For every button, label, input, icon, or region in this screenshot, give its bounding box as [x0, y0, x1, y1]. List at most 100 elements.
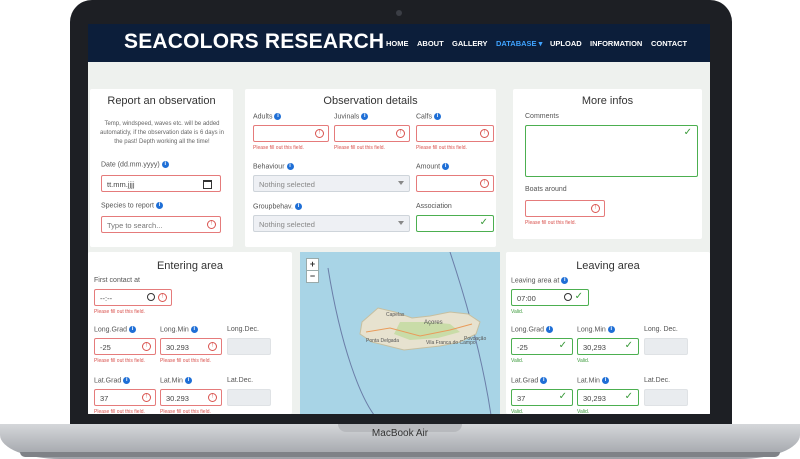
juvinals-input[interactable]: ! [334, 125, 410, 142]
boats-label: Boats around [525, 186, 567, 193]
error-icon: ! [208, 393, 217, 402]
info-icon: i [361, 113, 369, 120]
leaving-long-grad-valid: Valid. [511, 358, 524, 364]
leaving-long-dec-input[interactable] [644, 338, 688, 355]
long-grad-input[interactable]: -25! [94, 338, 156, 355]
more-infos-panel: More infos Comments ✓ Boats around ! Ple… [513, 89, 702, 239]
calfs-input[interactable]: ! [416, 125, 494, 142]
juvinals-label: Juvinals i [334, 113, 369, 120]
long-dec-input[interactable] [227, 338, 271, 355]
date-input[interactable]: tt.mm.jjjj [101, 175, 221, 192]
error-icon: ! [158, 293, 167, 302]
info-icon: i [546, 326, 554, 333]
details-title: Observation details [323, 95, 418, 107]
leaving-long-dec-label: Long. Dec. [644, 326, 678, 333]
leaving-lat-min-input[interactable]: 30,293 ✓ [577, 389, 639, 406]
comments-textarea[interactable]: ✓ [525, 125, 698, 177]
lat-min-input[interactable]: 30.293! [160, 389, 222, 406]
leaving-lat-min-valid: Valid. [577, 409, 590, 414]
info-icon: i [433, 113, 441, 120]
long-min-error: Please fill out this field. [160, 358, 211, 364]
lat-dec-input[interactable] [227, 389, 271, 406]
map-graphic [327, 252, 492, 414]
laptop-base-edge [20, 452, 780, 457]
info-icon: i [123, 377, 131, 384]
lat-min-label: Lat.Min i [160, 377, 192, 384]
report-description: Temp, windspeed, waves etc. will be adde… [100, 121, 224, 145]
boats-input[interactable]: ! [525, 200, 605, 217]
nav-contact[interactable]: CONTACT [651, 39, 687, 48]
info-icon: i [601, 377, 609, 384]
adults-input[interactable]: ! [253, 125, 329, 142]
nav-about[interactable]: ABOUT [417, 39, 444, 48]
long-grad-error: Please fill out this field. [94, 358, 145, 364]
calfs-error: Please fill out this field. [416, 145, 467, 151]
error-icon: ! [480, 129, 489, 138]
leaving-lat-min-label: Lat.Min i [577, 377, 609, 384]
laptop-screen: SEACOLORS RESEARCH HOME ABOUT GALLERY DA… [88, 24, 710, 414]
chevron-down-icon [398, 221, 404, 225]
info-icon: i [607, 326, 615, 333]
clock-icon [147, 293, 155, 301]
groupbehav-select[interactable]: Nothing selected [253, 215, 410, 232]
leaving-long-min-label: Long.Min i [577, 326, 615, 333]
navbar: SEACOLORS RESEARCH HOME ABOUT GALLERY DA… [88, 24, 710, 62]
leaving-lat-grad-input[interactable]: 37 ✓ [511, 389, 573, 406]
long-dec-label: Long.Dec. [227, 326, 259, 333]
first-contact-error: Please fill out this field. [94, 309, 145, 315]
error-icon: ! [315, 129, 324, 138]
details-panel: Observation details Adults i ! Please fil… [245, 89, 496, 247]
check-icon: ✓ [624, 340, 633, 351]
map-label-ponta-delgada: Ponta Delgada [366, 338, 400, 344]
info-icon: i [442, 163, 450, 170]
leaving-long-min-input[interactable]: 30,293 ✓ [577, 338, 639, 355]
clock-icon [564, 293, 572, 301]
error-icon: ! [207, 220, 216, 229]
long-min-label: Long.Min i [160, 326, 198, 333]
nav-home[interactable]: HOME [386, 39, 409, 48]
entering-title: Entering area [156, 260, 224, 272]
calfs-label: Calfs i [416, 113, 441, 120]
leaving-time-input[interactable]: 07:00 ✓ [511, 289, 589, 306]
adults-label: Adults i [253, 113, 282, 120]
info-icon: i [190, 326, 198, 333]
info-icon: i [129, 326, 137, 333]
chevron-down-icon [398, 181, 404, 185]
adults-error: Please fill out this field. [253, 145, 304, 151]
check-icon: ✓ [624, 391, 633, 402]
comments-label: Comments [525, 113, 559, 120]
juvinals-error: Please fill out this field. [334, 145, 385, 151]
nav-database[interactable]: DATABASE ▾ [496, 39, 542, 48]
behaviour-select[interactable]: Nothing selected [253, 175, 410, 192]
nav-upload[interactable]: UPLOAD [550, 39, 582, 48]
lat-grad-label: Lat.Grad i [94, 377, 131, 384]
info-icon: i [184, 377, 192, 384]
leaving-lat-dec-input[interactable] [644, 389, 688, 406]
brand-logo[interactable]: SEACOLORS RESEARCH [124, 30, 384, 54]
amount-input[interactable]: ! [416, 175, 494, 192]
leaving-lat-grad-label: Lat.Grad i [511, 377, 548, 384]
species-search-input[interactable]: Type to search...! [101, 216, 221, 233]
leaving-lat-dec-label: Lat.Dec. [644, 377, 671, 384]
lat-grad-error: Please fill out this field. [94, 409, 145, 414]
long-min-input[interactable]: 30.293! [160, 338, 222, 355]
info-icon: i [161, 161, 169, 168]
check-icon: ✓ [574, 291, 583, 302]
lat-grad-input[interactable]: 37! [94, 389, 156, 406]
device-label: MacBook Air [371, 428, 429, 439]
map-view[interactable]: + − Capelas Açores Ponta Delgada Vila Fr… [300, 252, 500, 414]
calendar-icon[interactable] [203, 180, 212, 189]
error-icon: ! [142, 342, 151, 351]
info-icon: i [155, 202, 163, 209]
amount-label: Amount i [416, 163, 450, 170]
check-icon: ✓ [683, 127, 692, 138]
first-contact-time-input[interactable]: --:--! [94, 289, 172, 306]
zoom-out-button[interactable]: − [306, 270, 319, 283]
nav-gallery[interactable]: GALLERY [452, 39, 488, 48]
leaving-long-grad-input[interactable]: -25 ✓ [511, 338, 573, 355]
nav-information[interactable]: INFORMATION [590, 39, 642, 48]
association-input[interactable]: ✓ [416, 215, 494, 232]
groupbehav-label: Groupbehav. i [253, 203, 302, 210]
leaving-long-grad-label: Long.Grad i [511, 326, 554, 333]
info-icon: i [286, 163, 294, 170]
